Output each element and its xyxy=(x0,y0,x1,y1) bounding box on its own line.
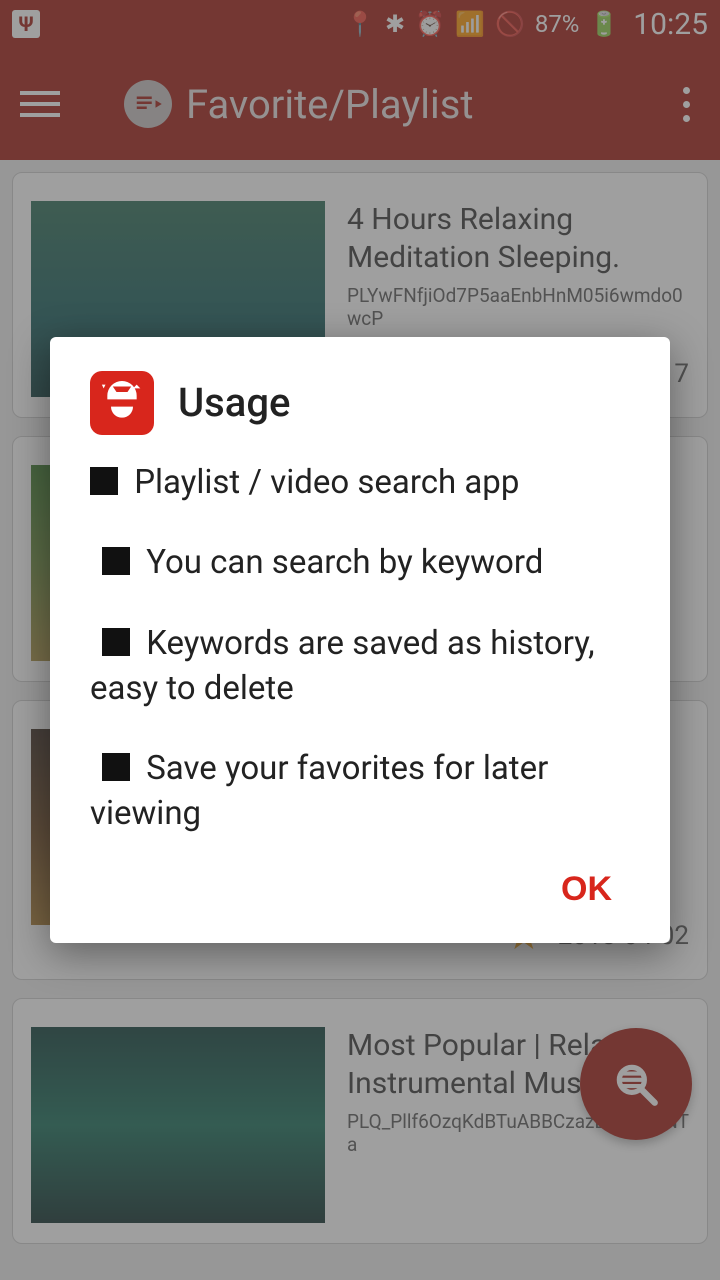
dialog-body: Playlist / video search app You can sear… xyxy=(90,461,630,836)
dialog-line: Keywords are saved as history, easy to d… xyxy=(90,624,595,708)
modal-overlay[interactable]: Usage Playlist / video search app You ca… xyxy=(0,0,720,1280)
dialog-line: You can search by keyword xyxy=(146,543,543,582)
ok-button[interactable]: OK xyxy=(543,858,630,921)
dialog-line: Save your favorites for later viewing xyxy=(90,749,548,833)
usage-dialog: Usage Playlist / video search app You ca… xyxy=(50,337,670,943)
dialog-line: Playlist / video search app xyxy=(134,463,519,502)
dialog-title: Usage xyxy=(178,379,290,426)
app-icon xyxy=(90,371,154,435)
